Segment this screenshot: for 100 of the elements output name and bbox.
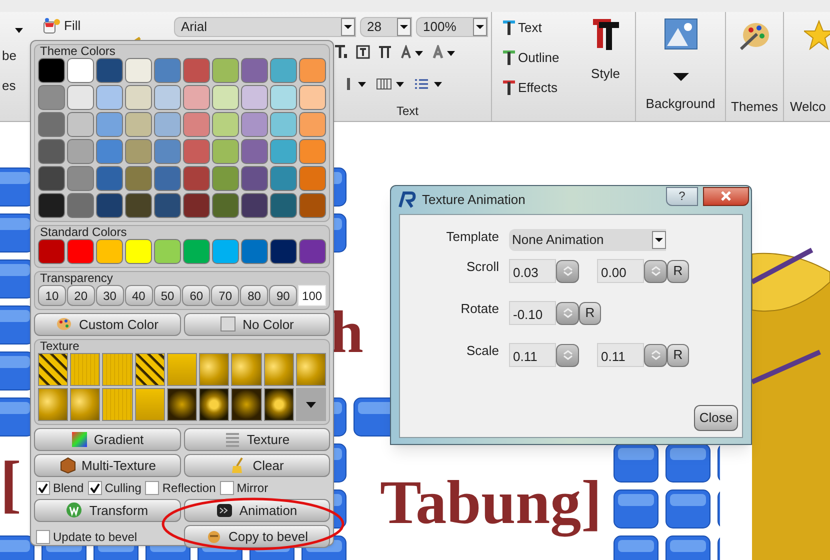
texture-swatch[interactable] <box>231 353 262 386</box>
color-swatch[interactable] <box>183 112 210 137</box>
panel-button[interactable]: Transform <box>34 499 180 522</box>
texture-swatch[interactable] <box>166 353 198 386</box>
zoom-dropdown[interactable]: 100% <box>416 17 488 37</box>
color-swatch[interactable] <box>38 193 65 218</box>
color-swatch[interactable] <box>67 85 94 110</box>
font-size-dropdown[interactable]: 28 <box>360 17 412 37</box>
subscript-icon[interactable] <box>334 45 348 59</box>
texture-swatch[interactable] <box>199 388 230 421</box>
transparency-button[interactable]: 70 <box>211 285 240 306</box>
color-swatch[interactable] <box>212 85 239 110</box>
color-swatch[interactable] <box>154 58 181 83</box>
color-swatch[interactable] <box>183 166 210 191</box>
color-swatch[interactable] <box>154 239 181 264</box>
ribbon-label[interactable]: be <box>2 48 16 64</box>
color-swatch[interactable] <box>96 139 123 164</box>
color-swatch[interactable] <box>183 85 210 110</box>
transparency-button[interactable]: 50 <box>154 285 182 306</box>
texture-swatch[interactable] <box>296 353 326 386</box>
color-swatch[interactable] <box>38 166 65 191</box>
color-swatch[interactable] <box>125 112 152 137</box>
color-swatch[interactable] <box>212 239 239 264</box>
list-icon[interactable] <box>414 77 444 91</box>
checkbox-option[interactable]: Reflection <box>145 479 216 497</box>
checkbox-option[interactable]: Culling <box>88 479 142 497</box>
color-swatch[interactable] <box>183 139 210 164</box>
template-dropdown[interactable]: None Animation <box>509 229 666 251</box>
spin-button[interactable] <box>556 260 579 282</box>
color-swatch[interactable] <box>154 85 181 110</box>
close-button[interactable]: Close <box>694 405 738 431</box>
color-swatch[interactable] <box>38 239 65 264</box>
spin-button[interactable] <box>556 302 579 324</box>
font-color-icon[interactable] <box>432 45 456 59</box>
spin-button[interactable] <box>644 344 667 366</box>
texture-swatch[interactable] <box>38 388 68 421</box>
number-field[interactable]: 0.11 <box>597 343 644 367</box>
panel-button[interactable]: Texture <box>184 428 330 451</box>
texture-swatch[interactable] <box>231 388 262 421</box>
color-swatch[interactable] <box>96 85 123 110</box>
transparency-button[interactable]: 80 <box>240 285 268 306</box>
texture-swatch[interactable] <box>70 353 100 386</box>
copy-to-bevel-button[interactable]: Copy to bevel <box>184 525 330 548</box>
fill-button[interactable]: Fill <box>40 16 82 36</box>
color-swatch[interactable] <box>38 85 65 110</box>
color-swatch[interactable] <box>241 85 268 110</box>
transparency-button[interactable]: 100 <box>298 285 326 306</box>
color-swatch[interactable] <box>270 139 297 164</box>
color-swatch[interactable] <box>67 239 94 264</box>
reset-button[interactable]: R <box>667 260 689 282</box>
text-box-icon[interactable] <box>356 45 370 59</box>
color-swatch[interactable] <box>270 239 297 264</box>
background-button[interactable]: Background <box>636 12 726 121</box>
transparency-button[interactable]: 60 <box>182 285 210 306</box>
align-caret-icon[interactable] <box>346 77 368 91</box>
color-swatch[interactable] <box>154 139 181 164</box>
color-swatch[interactable] <box>125 193 152 218</box>
panel-button[interactable]: Multi-Texture <box>34 454 180 477</box>
custom-color-button[interactable]: Custom Color <box>34 313 180 336</box>
color-swatch[interactable] <box>125 166 152 191</box>
color-swatch[interactable] <box>270 58 297 83</box>
color-swatch[interactable] <box>38 58 65 83</box>
color-swatch[interactable] <box>125 139 152 164</box>
transparency-button[interactable]: 40 <box>124 285 153 306</box>
color-swatch[interactable] <box>96 193 123 218</box>
texture-swatch[interactable] <box>38 353 68 386</box>
color-swatch[interactable] <box>67 112 94 137</box>
color-swatch[interactable] <box>270 112 297 137</box>
number-field[interactable]: -0.10 <box>509 301 556 325</box>
color-swatch[interactable] <box>212 166 239 191</box>
text-effect-button[interactable]: Outline <box>502 50 560 66</box>
texture-swatch[interactable] <box>264 353 294 386</box>
number-field[interactable]: 0.11 <box>509 343 556 367</box>
color-swatch[interactable] <box>125 85 152 110</box>
transparency-button[interactable]: 90 <box>269 285 298 306</box>
number-field[interactable]: 0.03 <box>509 259 556 283</box>
help-button[interactable]: ? <box>666 186 698 206</box>
color-swatch[interactable] <box>299 166 326 191</box>
color-swatch[interactable] <box>154 112 181 137</box>
color-swatch[interactable] <box>183 239 210 264</box>
texture-swatch[interactable] <box>102 353 133 386</box>
text-effect-button[interactable]: Text <box>502 20 542 36</box>
texture-swatch[interactable] <box>134 388 165 421</box>
color-swatch[interactable] <box>299 139 326 164</box>
more-textures-button[interactable] <box>296 388 326 421</box>
checkbox-option[interactable]: Blend <box>36 479 84 497</box>
welcome-button[interactable]: Welco <box>784 12 830 121</box>
color-swatch[interactable] <box>241 193 268 218</box>
color-swatch[interactable] <box>183 58 210 83</box>
color-swatch[interactable] <box>96 58 123 83</box>
color-swatch[interactable] <box>96 112 123 137</box>
color-swatch[interactable] <box>125 239 152 264</box>
text-effect-button[interactable]: Effects <box>502 80 558 96</box>
color-swatch[interactable] <box>241 239 268 264</box>
color-swatch[interactable] <box>299 112 326 137</box>
reset-button[interactable]: R <box>579 302 601 324</box>
color-swatch[interactable] <box>270 193 297 218</box>
color-swatch[interactable] <box>96 239 123 264</box>
texture-swatch[interactable] <box>264 388 294 421</box>
texture-swatch[interactable] <box>102 388 133 421</box>
